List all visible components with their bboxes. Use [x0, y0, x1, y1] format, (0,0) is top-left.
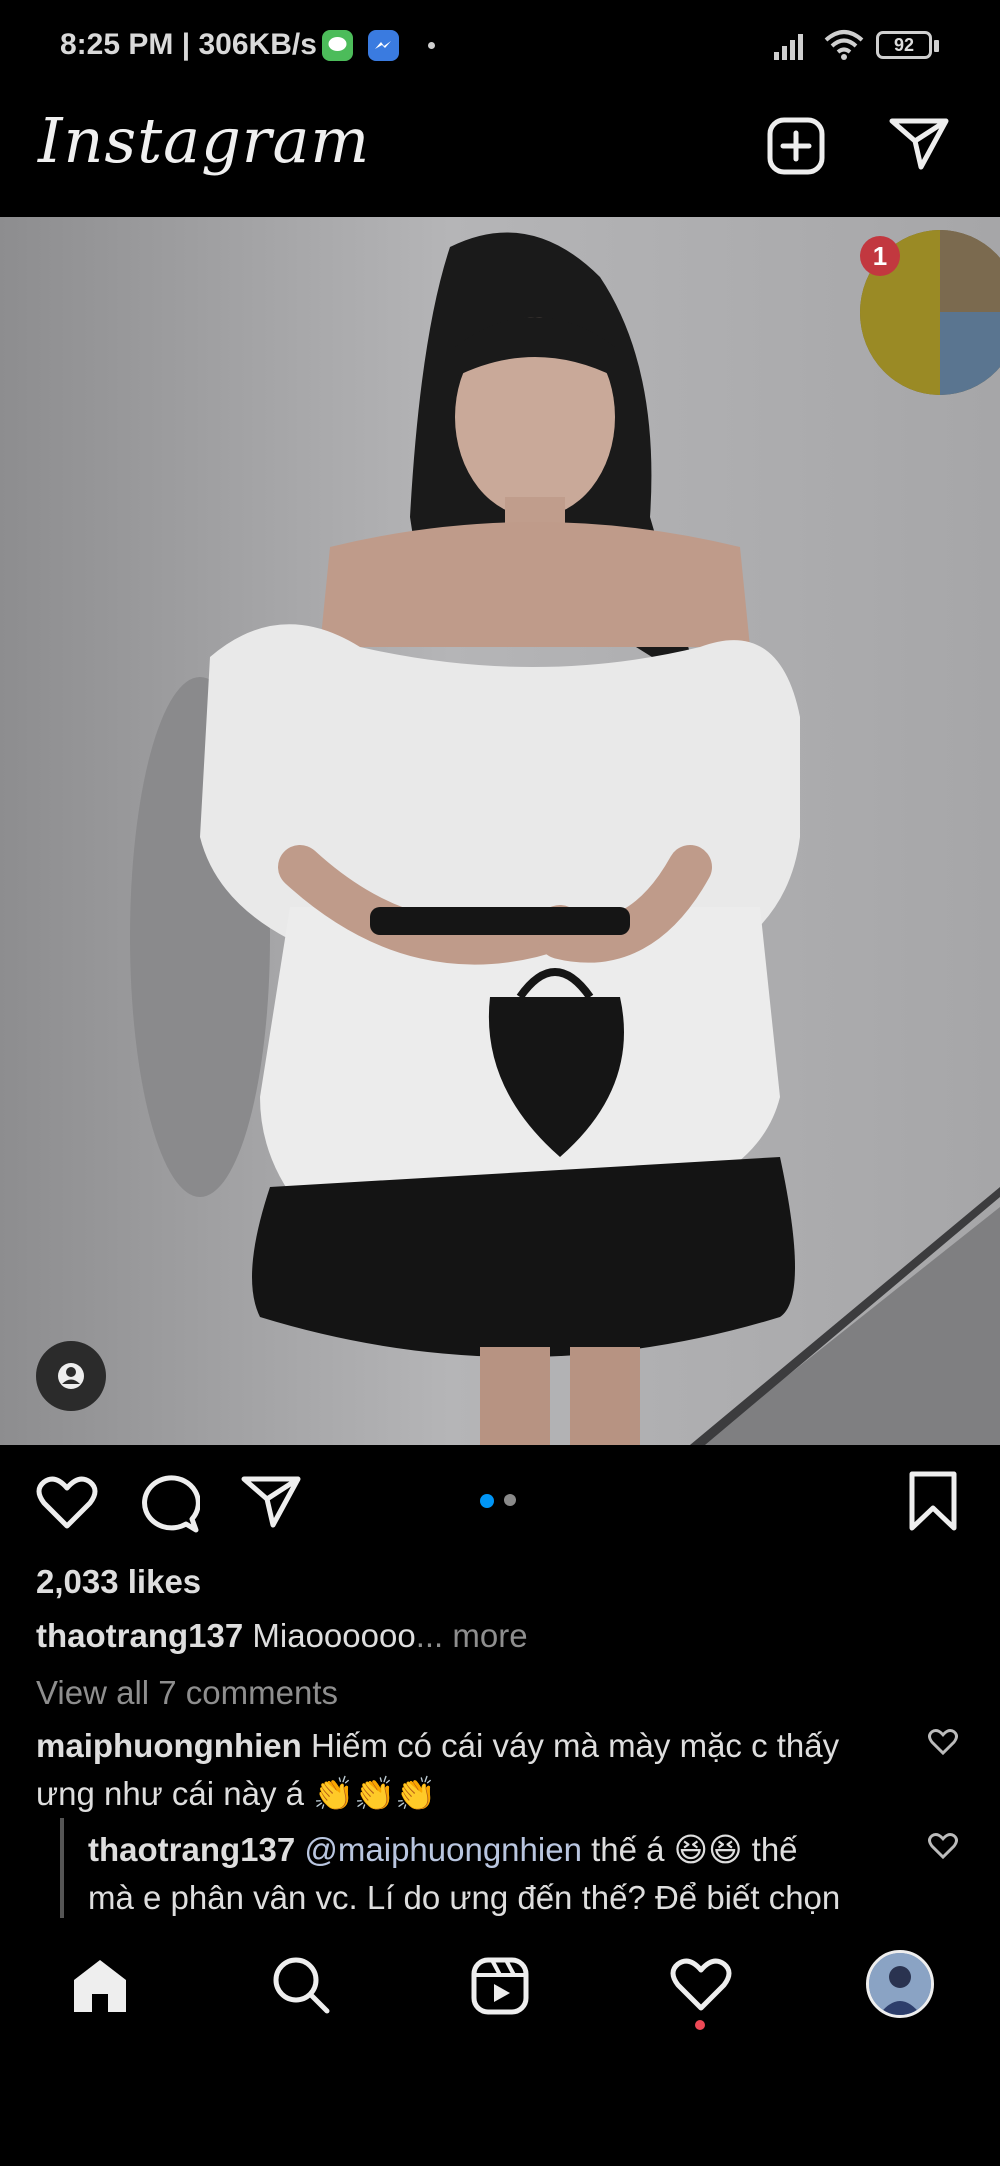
dot-icon: [428, 42, 435, 49]
wifi-icon: [824, 30, 864, 60]
battery-tip: [934, 40, 939, 52]
home-icon[interactable]: [70, 1956, 130, 2016]
reply-username[interactable]: thaotrang137: [88, 1831, 295, 1868]
battery-level: 92: [893, 35, 915, 55]
status-speed: 306KB/s: [198, 28, 317, 61]
reply-thread-line: [60, 1818, 64, 1920]
signal-icon: [774, 34, 803, 60]
status-bar: 8:25 PM | 306KB/s 92: [0, 0, 1000, 95]
new-post-icon[interactable]: [766, 116, 826, 176]
comment-username[interactable]: maiphuongnhien: [36, 1727, 302, 1764]
tag-user-icon[interactable]: [36, 1341, 106, 1411]
activity-icon[interactable]: [670, 1956, 732, 2012]
likes-count[interactable]: 2,033 likes: [36, 1563, 201, 1601]
reply-mention[interactable]: @maiphuongnhien: [304, 1831, 582, 1868]
direct-message-icon[interactable]: [888, 116, 950, 172]
comment-like-icon[interactable]: [928, 1728, 958, 1755]
reply-like-icon[interactable]: [928, 1832, 958, 1859]
message-app-icon: [322, 30, 353, 61]
battery-icon: 92: [876, 31, 932, 59]
view-all-comments-link[interactable]: View all 7 comments: [36, 1674, 338, 1712]
reply-text-line2: mà e phân vân vc. Lí do ưng đến thế? Để …: [88, 1879, 841, 1916]
like-icon[interactable]: [36, 1474, 98, 1530]
caption-text: Miaoooooo: [252, 1617, 416, 1654]
post-photo[interactable]: [0, 217, 1000, 1445]
post-image: [0, 217, 1000, 1445]
caption-more-link[interactable]: ... more: [416, 1617, 528, 1654]
comment-item: maiphuongnhien Hiếm có cái váy mà mày mặ…: [36, 1722, 896, 1818]
profile-avatar[interactable]: [866, 1950, 934, 2018]
reels-icon[interactable]: [470, 1956, 530, 2016]
carousel-dot-active: [480, 1494, 494, 1508]
search-icon[interactable]: [270, 1954, 332, 2016]
messenger-icon: [368, 30, 399, 61]
comment-icon[interactable]: [138, 1474, 200, 1534]
post-caption: thaotrang137 Miaoooooo... more: [36, 1617, 528, 1655]
status-time-speed: 8:25 PM | 306KB/s: [60, 28, 317, 61]
story-notification-badge: 1: [860, 236, 900, 276]
instagram-logo[interactable]: Instagram: [38, 104, 370, 177]
reply-text-line1: thế á 😆😆 thế: [591, 1831, 798, 1868]
reply-item: thaotrang137 @maiphuongnhien thế á 😆😆 th…: [88, 1826, 896, 1922]
share-icon[interactable]: [240, 1474, 302, 1530]
status-time: 8:25 PM: [60, 28, 174, 61]
save-icon[interactable]: [906, 1470, 960, 1532]
comment-text-line1: Hiếm có cái váy mà mày mặc c thấy: [310, 1727, 840, 1764]
comment-text-line2: ưng như cái này á 👏👏👏: [36, 1775, 437, 1812]
carousel-dot: [504, 1494, 516, 1506]
caption-username[interactable]: thaotrang137: [36, 1617, 243, 1654]
activity-notification-dot: [695, 2020, 705, 2030]
